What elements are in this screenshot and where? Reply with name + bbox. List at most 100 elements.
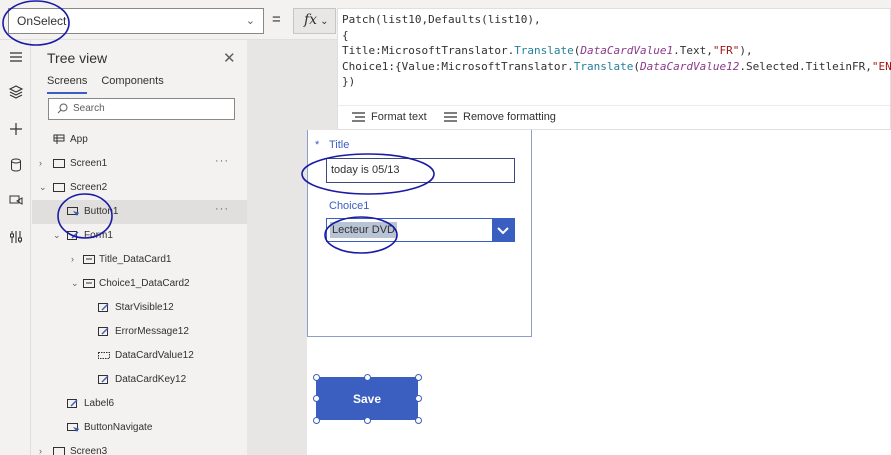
label-edit-icon	[98, 327, 109, 336]
app-screen-canvas: * Title today is 05/13 Choice1 Lecteur D…	[307, 130, 891, 455]
chevron-right-icon[interactable]: ›	[39, 158, 42, 168]
search-icon	[57, 103, 68, 114]
hamburger-menu-icon[interactable]	[8, 49, 24, 65]
card-icon	[83, 279, 95, 288]
property-value: OnSelect	[17, 14, 67, 28]
chevron-down-icon[interactable]: ⌄	[53, 230, 61, 241]
tree-item-label: StarVisible12	[115, 302, 174, 313]
fx-button[interactable]: fx ⌄	[293, 8, 336, 34]
button-icon	[67, 207, 79, 216]
insert-plus-icon[interactable]	[8, 121, 24, 137]
tree-item-label: Button1	[84, 206, 119, 217]
save-button[interactable]: Save	[316, 377, 418, 420]
resize-handle[interactable]	[415, 417, 422, 424]
choice1-dropdown[interactable]: Lecteur DVD	[326, 218, 515, 242]
code-token: "FR"	[712, 44, 740, 57]
format-toolbar: Format text Remove formatting	[338, 105, 890, 129]
resize-handle[interactable]	[313, 374, 320, 381]
tree-item-errormessage12[interactable]: ErrorMessage12	[32, 320, 247, 344]
tree-item-button1[interactable]: Button1 ···	[32, 200, 247, 224]
chevron-down-icon: ⌄	[320, 16, 329, 27]
format-text-button[interactable]: Format text	[352, 111, 427, 123]
chevron-right-icon[interactable]: ›	[71, 254, 74, 264]
tab-components[interactable]: Components	[101, 75, 163, 94]
more-options-icon[interactable]: ···	[215, 155, 229, 167]
chevron-down-icon[interactable]: ⌄	[71, 278, 79, 289]
tree-item-label6[interactable]: Label6	[32, 392, 247, 416]
code-token: "EN"	[871, 59, 891, 73]
code-token: Choice1:{Value:MicrosoftTranslator.	[342, 59, 574, 73]
tree-item-label: ErrorMessage12	[115, 326, 189, 337]
resize-handle[interactable]	[415, 395, 422, 402]
tree-item-datacardvalue12[interactable]: DataCardValue12	[32, 344, 247, 368]
code-token: DataCardValue12	[640, 59, 740, 73]
tree-item-label: App	[70, 134, 88, 145]
tree-item-label: DataCardValue12	[115, 350, 194, 361]
dropdown-toggle[interactable]	[492, 219, 514, 241]
choice1-selected-value: Lecteur DVD	[330, 222, 397, 238]
remove-formatting-label: Remove formatting	[463, 111, 556, 123]
title-input-value: today is 05/13	[331, 164, 400, 176]
remove-formatting-button[interactable]: Remove formatting	[444, 111, 556, 123]
resize-handle[interactable]	[364, 374, 371, 381]
tree-item-choice1-datacard2[interactable]: ⌄ Choice1_DataCard2	[32, 272, 247, 296]
tree-item-datacardkey12[interactable]: DataCardKey12	[32, 368, 247, 392]
chevron-down-icon[interactable]: ⌄	[39, 182, 47, 193]
label-edit-icon	[98, 303, 109, 312]
button-icon	[67, 423, 79, 432]
resize-handle[interactable]	[313, 395, 320, 402]
tree-item-app[interactable]: App	[32, 128, 247, 152]
tools-icon[interactable]	[8, 229, 24, 245]
tree-view-panel: Tree view ✕ Screens Components Search Ap…	[32, 40, 247, 455]
label-edit-icon	[67, 399, 78, 408]
format-text-icon	[352, 112, 365, 122]
tree-item-starvisible12[interactable]: StarVisible12	[32, 296, 247, 320]
tree-item-screen1[interactable]: › Screen1 ···	[32, 152, 247, 176]
close-icon[interactable]: ✕	[223, 49, 236, 67]
tree-view-title: Tree view	[47, 50, 108, 66]
code-line-3: Title:MicrosoftTranslator.Translate(Data…	[342, 44, 753, 57]
tree-item-buttonnavigate[interactable]: ButtonNavigate	[32, 416, 247, 440]
power-apps-studio: OnSelect ⌄ = fx ⌄ Patch(list10,Defaults(l…	[0, 0, 891, 455]
chevron-down-icon	[497, 227, 509, 235]
resize-handle[interactable]	[415, 374, 422, 381]
layers-icon[interactable]	[8, 84, 24, 100]
form1[interactable]: * Title today is 05/13 Choice1 Lecteur D…	[307, 130, 532, 337]
code-line-5: })	[342, 75, 356, 88]
code-token: DataCardValue1	[580, 44, 674, 57]
formula-code[interactable]: Patch(list10,Defaults(list10), { Title:M…	[342, 12, 891, 90]
property-dropdown[interactable]: OnSelect ⌄	[8, 8, 264, 34]
screen-icon	[53, 183, 65, 192]
tree-item-label: Title_DataCard1	[99, 254, 172, 265]
function-icon: fx	[304, 12, 318, 28]
code-line-2: {	[342, 28, 349, 42]
tab-screens[interactable]: Screens	[47, 75, 88, 94]
format-text-label: Format text	[371, 111, 427, 123]
tree-item-screen3[interactable]: › Screen3	[32, 440, 247, 455]
tree-item-label: Screen2	[70, 182, 108, 193]
tree-item-label: Label6	[84, 398, 115, 409]
code-token: Translate	[514, 44, 574, 57]
tree-item-form1[interactable]: ⌄ Form1	[32, 224, 247, 248]
tree-item-screen2[interactable]: ⌄ Screen2	[32, 176, 247, 200]
more-options-icon[interactable]: ···	[215, 203, 229, 215]
formula-editor[interactable]: Patch(list10,Defaults(list10), { Title:M…	[337, 8, 891, 130]
tree-item-label: Screen3	[70, 446, 108, 455]
form-icon	[67, 231, 79, 240]
chevron-right-icon[interactable]: ›	[39, 446, 42, 455]
resize-handle[interactable]	[364, 417, 371, 424]
media-icon[interactable]	[8, 193, 24, 209]
search-input[interactable]: Search	[48, 98, 235, 120]
tree-item-label: DataCardKey12	[115, 374, 187, 385]
title-text-input[interactable]: today is 05/13	[326, 158, 515, 183]
required-mark: *	[315, 139, 320, 151]
dropdown-icon	[98, 352, 110, 359]
label-edit-icon	[98, 375, 109, 384]
code-token: .Selected.TitleinFR,	[739, 59, 872, 73]
code-line-1: Patch(list10,Defaults(list10),	[342, 13, 541, 26]
data-cylinder-icon[interactable]	[8, 157, 24, 173]
resize-handle[interactable]	[313, 417, 320, 424]
code-token: Translate	[573, 59, 634, 73]
tree-item-label: Screen1	[70, 158, 108, 169]
tree-item-title-datacard1[interactable]: › Title_DataCard1	[32, 248, 247, 272]
